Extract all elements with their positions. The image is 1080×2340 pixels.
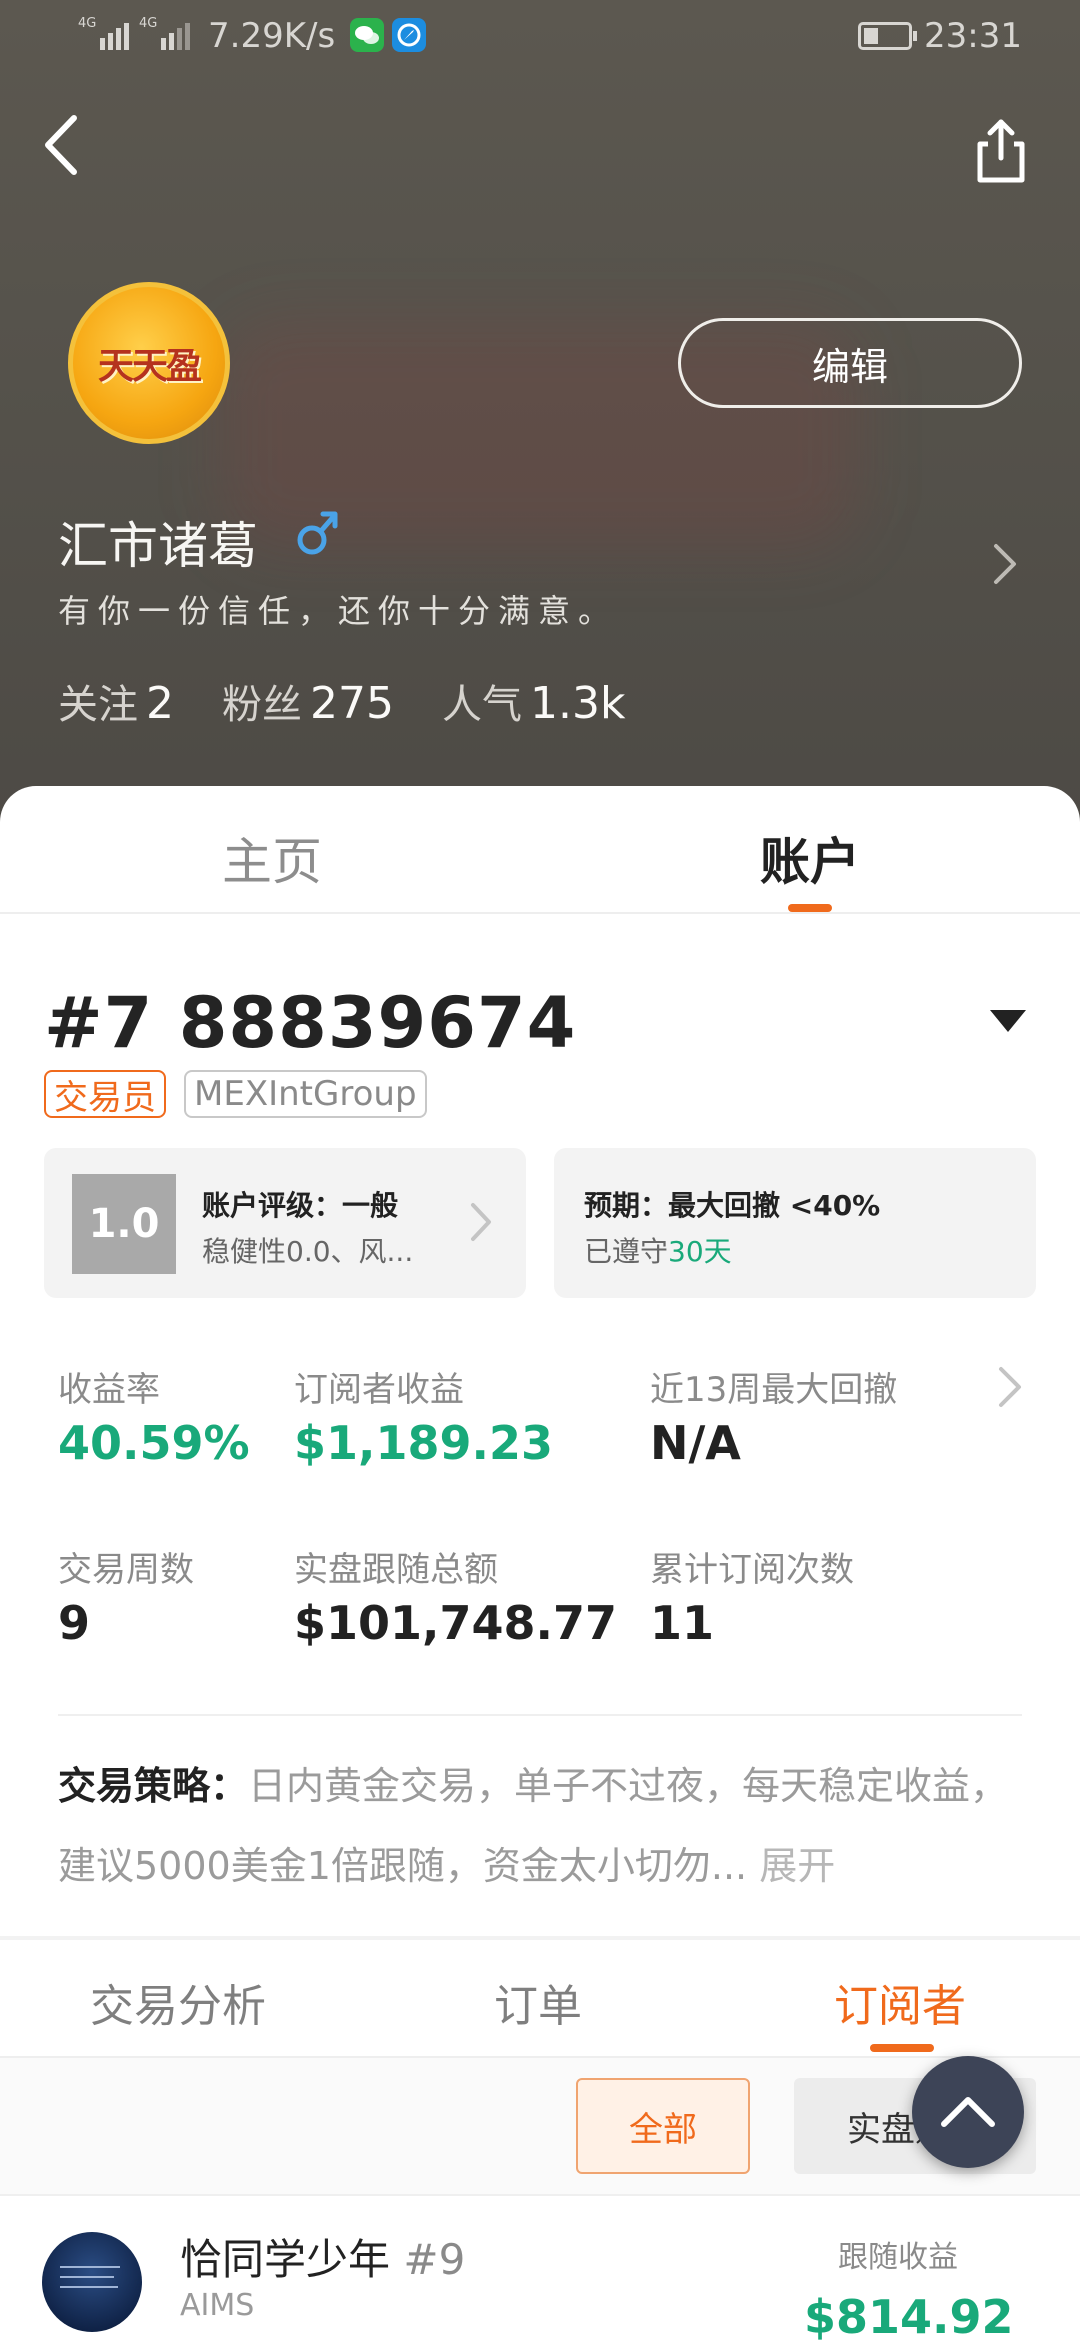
metric-value: $101,748.77 bbox=[294, 1596, 618, 1650]
trader-tag: 交易员 bbox=[44, 1070, 166, 1118]
subscriber-broker: AIMS bbox=[180, 2288, 255, 2323]
metric-value: N/A bbox=[650, 1416, 741, 1470]
metric-label: 实盘跟随总额 bbox=[294, 1550, 498, 1590]
metric-label: 近13周最大回撤 bbox=[650, 1370, 898, 1410]
tab-orders[interactable]: 订单 bbox=[494, 1970, 582, 2034]
back-arrow-icon bbox=[45, 115, 77, 175]
metric-label: 订阅者收益 bbox=[294, 1370, 464, 1410]
popularity-stat: 人气 1.3k bbox=[441, 678, 626, 729]
signal-icons: 4G 4G bbox=[78, 16, 190, 50]
signal-icon: 4G bbox=[139, 16, 190, 50]
expectation-title: 预期：最大回撤 <40% bbox=[584, 1189, 881, 1222]
profile-header: 4G 4G 7.29K/s 23:31 天天盈 编辑 汇市诸葛 有你一份信任，还… bbox=[0, 0, 1080, 830]
expectation-detail: 已遵守30天 bbox=[584, 1235, 732, 1268]
broker-tag: MEXIntGroup bbox=[184, 1070, 427, 1118]
back-button[interactable] bbox=[36, 110, 96, 180]
tab-account[interactable]: 账户 bbox=[760, 822, 860, 894]
follow-profit-value: $814.92 bbox=[804, 2290, 1014, 2340]
account-rating-card[interactable]: 1.0 账户评级：一般 稳健性0.0、风... bbox=[44, 1148, 526, 1298]
detail-tabs: 交易分析 订单 订阅者 bbox=[0, 1940, 1080, 2058]
share-icon bbox=[977, 119, 1025, 183]
browser-icon bbox=[392, 18, 426, 52]
avatar-logo-text: 天天盈 bbox=[97, 345, 202, 387]
scroll-to-top-button[interactable] bbox=[912, 2056, 1024, 2168]
metric-label: 交易周数 bbox=[58, 1550, 194, 1590]
status-bar: 4G 4G 7.29K/s 23:31 bbox=[0, 0, 1080, 72]
edit-button[interactable]: 编辑 bbox=[678, 318, 1022, 408]
battery-icon bbox=[858, 22, 917, 50]
trading-strategy: 交易策略：日内黄金交易，单子不过夜，每天稳定收益，建议5000美金1倍跟随，资金… bbox=[58, 1746, 1038, 1906]
active-tab-indicator bbox=[788, 904, 832, 912]
follow-profit-label: 跟随收益 bbox=[838, 2240, 958, 2275]
strategy-label: 交易策略： bbox=[58, 1764, 249, 1808]
rating-detail: 稳健性0.0、风... bbox=[202, 1235, 414, 1268]
male-gender-icon bbox=[297, 511, 338, 555]
metric-label: 收益率 bbox=[58, 1370, 160, 1410]
chevron-right-icon[interactable] bbox=[996, 1364, 1024, 1410]
metric-value: 11 bbox=[650, 1596, 715, 1650]
metric-label: 累计订阅次数 bbox=[650, 1550, 854, 1590]
following-stat[interactable]: 关注 2 bbox=[58, 672, 174, 730]
signal-icon: 4G bbox=[78, 16, 129, 50]
list-item[interactable]: 恰同学少年 #9 AIMS 跟随收益 $814.92 bbox=[0, 2196, 1080, 2340]
account-number: #7 88839674 bbox=[44, 982, 577, 1064]
wechat-icon bbox=[350, 18, 384, 52]
account-panel: 主页 账户 #7 88839674 交易员 MEXIntGroup 1.0 账户… bbox=[0, 786, 1080, 1936]
clock: 23:31 bbox=[924, 16, 1022, 56]
followers-stat[interactable]: 粉丝 275 bbox=[222, 672, 394, 730]
chevron-up-icon bbox=[941, 2097, 995, 2127]
profile-stats: 关注 2 粉丝 275 人气 1.3k bbox=[58, 672, 625, 730]
subscriber-avatar bbox=[42, 2232, 142, 2332]
active-tab-indicator bbox=[870, 2044, 934, 2052]
tab-trade-analysis[interactable]: 交易分析 bbox=[90, 1970, 266, 2034]
rating-title: 账户评级：一般 bbox=[202, 1189, 399, 1222]
subscriber-name: 恰同学少年 #9 bbox=[180, 2235, 466, 2284]
user-motto: 有你一份信任，还你十分满意。 bbox=[58, 592, 619, 630]
network-speed: 7.29K/s bbox=[208, 16, 336, 56]
chevron-right-icon bbox=[471, 1203, 491, 1241]
metric-value: 40.59% bbox=[58, 1416, 250, 1470]
chevron-right-icon[interactable] bbox=[990, 542, 1020, 586]
expectation-card: 预期：最大回撤 <40% 已遵守30天 bbox=[554, 1148, 1036, 1298]
tab-home[interactable]: 主页 bbox=[222, 822, 322, 894]
metric-value: 9 bbox=[58, 1596, 91, 1650]
divider bbox=[58, 1714, 1022, 1716]
filter-all-button[interactable]: 全部 bbox=[576, 2078, 750, 2174]
rating-score: 1.0 bbox=[72, 1174, 176, 1274]
dropdown-triangle-icon[interactable] bbox=[988, 1008, 1028, 1034]
metric-value: $1,189.23 bbox=[294, 1416, 553, 1470]
profile-tabs: 主页 账户 bbox=[0, 786, 1080, 914]
user-name: 汇市诸葛 bbox=[58, 517, 258, 575]
avatar[interactable]: 天天盈 bbox=[68, 282, 230, 444]
expand-link[interactable]: 展开 bbox=[759, 1844, 835, 1888]
detail-section: 交易分析 订单 订阅者 全部 实盘账户 恰同学少年 #9 AIMS 跟随收益 $… bbox=[0, 1940, 1080, 2340]
share-button[interactable] bbox=[966, 116, 1036, 186]
tab-subscribers[interactable]: 订阅者 bbox=[834, 1970, 966, 2034]
